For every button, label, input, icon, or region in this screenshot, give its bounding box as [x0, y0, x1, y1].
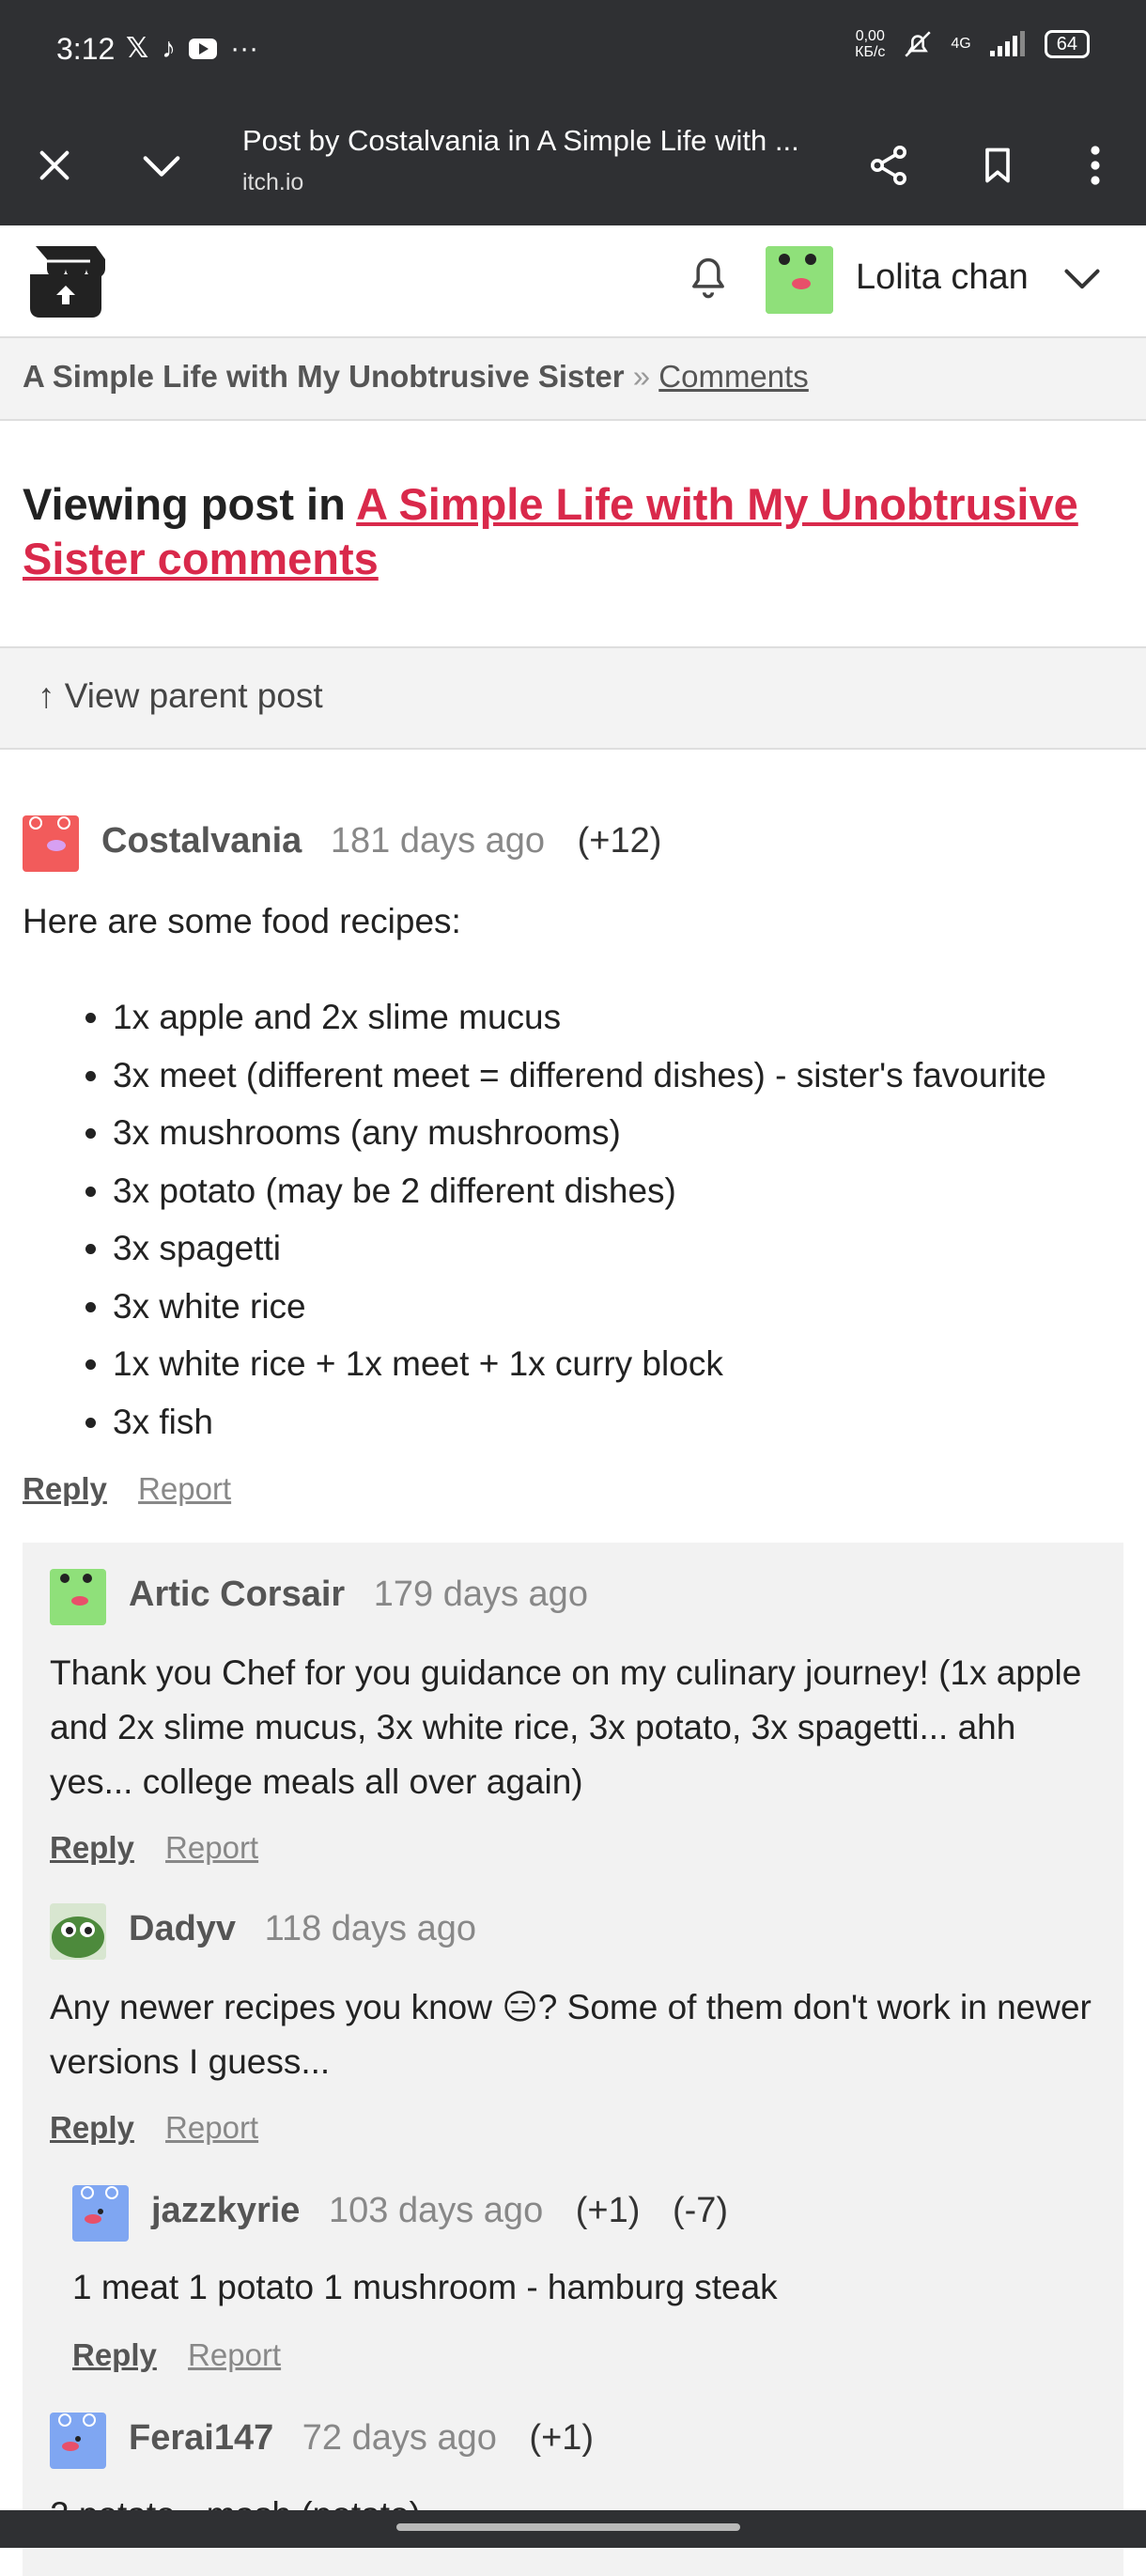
avatar[interactable]	[23, 815, 79, 872]
avatar[interactable]	[50, 2413, 106, 2469]
status-bar: 3:12 𝕏 ♪ ··· 0,00 КБ/с 4G 64	[0, 0, 1146, 105]
post-meta: Costalvania 181 days ago (+12)	[101, 821, 661, 861]
report-link[interactable]: Report	[188, 2337, 281, 2372]
signal-icon	[989, 31, 1025, 56]
reply-link[interactable]: Reply	[23, 1471, 107, 1506]
close-icon[interactable]	[21, 132, 88, 199]
comment-votes: (+1)	[529, 2418, 595, 2458]
comment-text: Thank you Chef for you guidance on my cu…	[50, 1653, 1082, 1801]
page-heading: Viewing post in A Simple Life with My Un…	[23, 477, 1112, 586]
list-item: 1x white rice + 1x meet + 1x curry block	[113, 1335, 1046, 1393]
breadcrumb-comments-link[interactable]: Comments	[658, 359, 809, 394]
view-parent-post-link[interactable]: View parent post	[65, 676, 323, 715]
breadcrumb: A Simple Life with My Unobtrusive Sister…	[0, 338, 1146, 421]
list-item: 3x spagetti	[113, 1219, 1046, 1278]
user-menu-chevron-icon[interactable]	[1061, 257, 1110, 306]
reply-link[interactable]: Reply	[50, 1830, 134, 1865]
comment-actions: Reply Report	[50, 1830, 258, 1866]
mute-bell-icon	[905, 31, 932, 57]
list-item: 3x potato (may be 2 different dishes)	[113, 1162, 1046, 1220]
comment-meta: Ferai147 72 days ago (+1)	[129, 2418, 594, 2459]
heading-prefix: Viewing post in	[23, 479, 357, 529]
list-item: 3x meet (different meet = differend dish…	[113, 1047, 1046, 1105]
reply-link[interactable]: Reply	[50, 2110, 134, 2145]
view-parent-post-bar[interactable]: ↑ View parent post	[0, 646, 1146, 750]
more-notifications-icon: ···	[230, 32, 259, 64]
overflow-menu-icon[interactable]	[1061, 132, 1129, 199]
comment-actions: Reply Report	[50, 2110, 258, 2146]
battery-indicator: 64	[1044, 30, 1090, 58]
report-link[interactable]: Report	[165, 2110, 258, 2145]
comment-text: 1 meat 1 potato 1 mushroom - hamburg ste…	[72, 2268, 778, 2306]
home-gesture-handle[interactable]	[396, 2523, 740, 2531]
reply-link[interactable]: Reply	[72, 2337, 157, 2372]
comment-author[interactable]: Artic Corsair	[129, 1575, 345, 1614]
browser-toolbar: Post by Costalvania in A Simple Life wit…	[0, 105, 1146, 225]
breadcrumb-separator: »	[632, 359, 651, 394]
comment-date[interactable]: 72 days ago	[302, 2418, 497, 2458]
comment-votes-up: (+1)	[575, 2191, 641, 2230]
list-item: 3x white rice	[113, 1278, 1046, 1336]
comment-text: Any newer recipes you know 😑? Some of th…	[50, 1988, 1092, 2081]
comment-actions: Reply Report	[72, 2337, 281, 2373]
report-link[interactable]: Report	[138, 1471, 231, 1506]
comment-meta: Artic Corsair 179 days ago	[129, 1575, 588, 1615]
page-domain: itch.io	[242, 169, 304, 195]
breadcrumb-game-link[interactable]: A Simple Life with My Unobtrusive Sister	[23, 359, 625, 394]
network-type: 4G	[951, 36, 971, 52]
comment-author[interactable]: Ferai147	[129, 2418, 273, 2458]
post-intro: Here are some food recipes:	[23, 902, 461, 940]
network-speed: 0,00 КБ/с	[855, 28, 886, 60]
username-label[interactable]: Lolita chan	[856, 257, 1029, 298]
comment-date[interactable]: 103 days ago	[329, 2191, 543, 2230]
user-avatar[interactable]	[766, 246, 833, 314]
x-icon: 𝕏	[126, 33, 149, 64]
recipe-list: 1x apple and 2x slime mucus 3x meet (dif…	[75, 988, 1046, 1451]
comment-meta: Dadyv 118 days ago	[129, 1909, 476, 1949]
page-title: Post by Costalvania in A Simple Life wit…	[242, 124, 799, 157]
list-item: 3x mushrooms (any mushrooms)	[113, 1104, 1046, 1162]
bookmark-icon[interactable]	[964, 132, 1031, 199]
post-date[interactable]: 181 days ago	[331, 821, 545, 861]
comment-votes-down: (-7)	[672, 2191, 729, 2230]
report-link[interactable]: Report	[165, 1830, 258, 1865]
notification-icons: 𝕏 ♪ ···	[126, 32, 258, 65]
status-time: 3:12	[56, 32, 116, 66]
list-item: 1x apple and 2x slime mucus	[113, 988, 1046, 1047]
chevron-down-icon[interactable]	[128, 132, 195, 199]
comment-author[interactable]: jazzkyrie	[151, 2191, 300, 2230]
youtube-icon	[189, 38, 218, 59]
post-actions: Reply Report	[23, 1471, 231, 1507]
comment-date[interactable]: 118 days ago	[265, 1909, 476, 1948]
up-arrow-icon: ↑	[38, 676, 55, 715]
avatar[interactable]	[72, 2185, 129, 2242]
notifications-bell-icon[interactable]	[684, 248, 740, 314]
list-item: 3x fish	[113, 1393, 1046, 1451]
itchio-logo-icon[interactable]	[23, 242, 109, 321]
post-votes: (+12)	[577, 821, 662, 861]
share-icon[interactable]	[855, 132, 922, 199]
comment-author[interactable]: Dadyv	[129, 1909, 236, 1948]
post-author[interactable]: Costalvania	[101, 821, 302, 861]
comment-meta: jazzkyrie 103 days ago (+1) (-7)	[151, 2191, 728, 2231]
site-header: Lolita chan	[0, 225, 1146, 338]
avatar[interactable]	[50, 1903, 106, 1960]
tiktok-icon: ♪	[162, 32, 177, 64]
avatar[interactable]	[50, 1569, 106, 1625]
comment-date[interactable]: 179 days ago	[374, 1575, 588, 1614]
